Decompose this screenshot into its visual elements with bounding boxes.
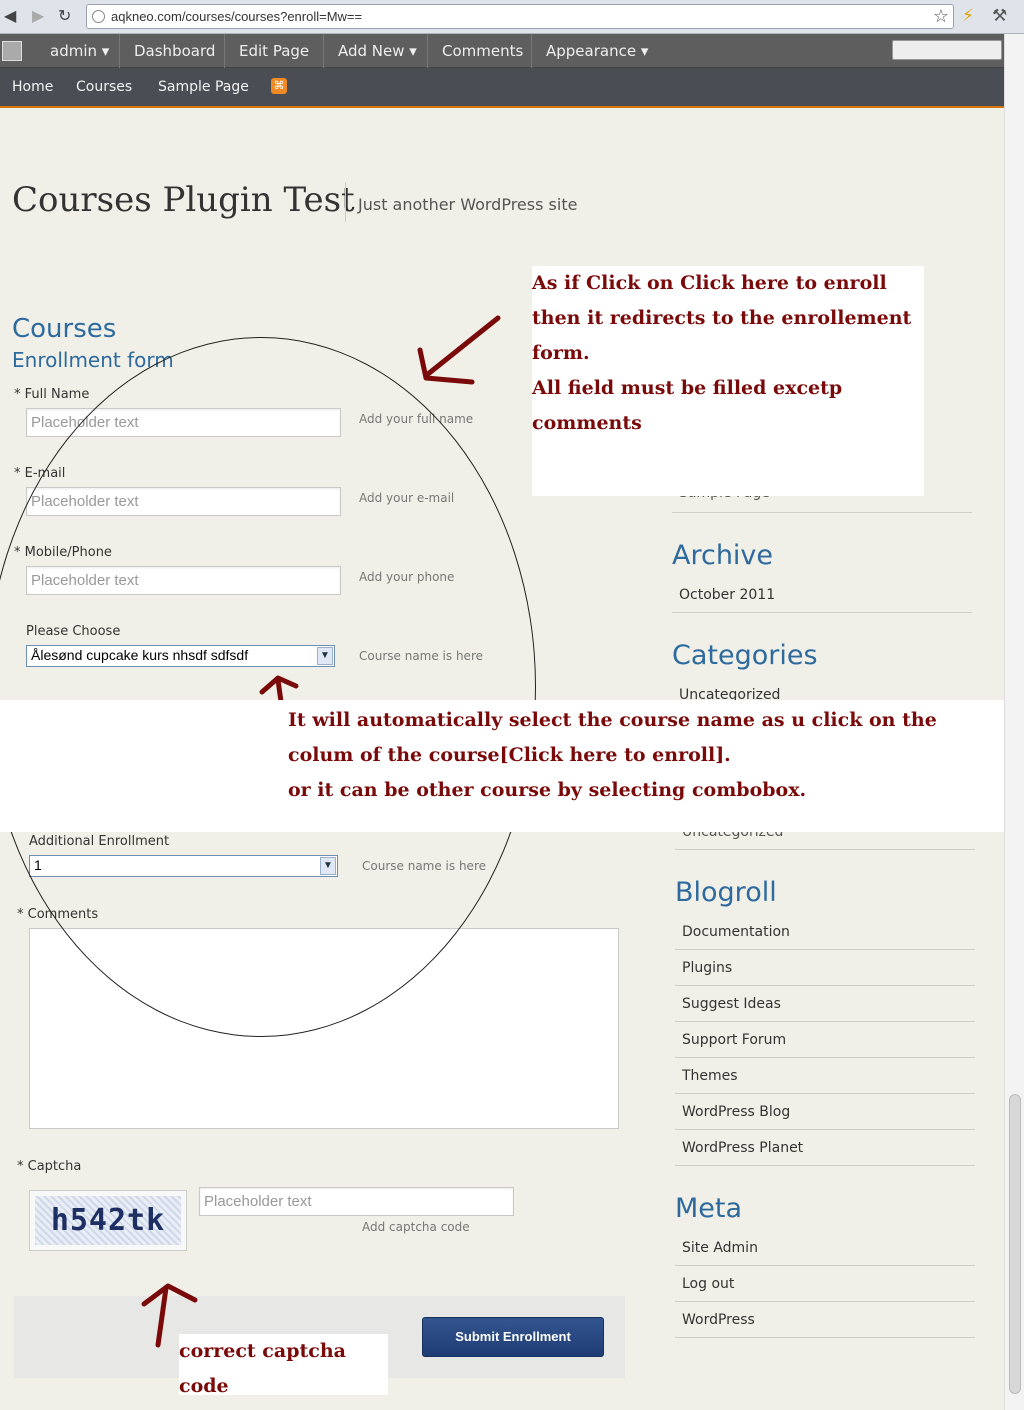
annotation-line: colum of the course[Click here to enroll… (288, 744, 731, 766)
arrow-to-captcha-head (141, 1283, 198, 1307)
arrow-to-form-line (425, 315, 501, 377)
arrow-to-form-head (417, 347, 475, 385)
annotation-note-middle: It will automatically select the course … (0, 700, 1004, 832)
annotation-line: or it can be other course by selecting c… (288, 779, 807, 801)
scrollbar-thumb[interactable] (1009, 1094, 1021, 1394)
annotation-line: As if Click on Click here to enroll (532, 272, 887, 294)
annotation-line: It will automatically select the course … (288, 709, 937, 731)
annotation-line: form. (532, 342, 590, 364)
annotation-note-bottom: correct captcha code (179, 1334, 388, 1397)
arrow-to-captcha-line (155, 1285, 169, 1348)
page-scrollbar[interactable] (1004, 34, 1024, 1410)
annotation-line: comments (532, 412, 642, 434)
annotation-line: then it redirects to the enrollement (532, 307, 912, 329)
annotation-note-top: As if Click on Click here to enroll then… (532, 266, 924, 496)
annotation-line: All field must be filled excetp (532, 377, 843, 399)
